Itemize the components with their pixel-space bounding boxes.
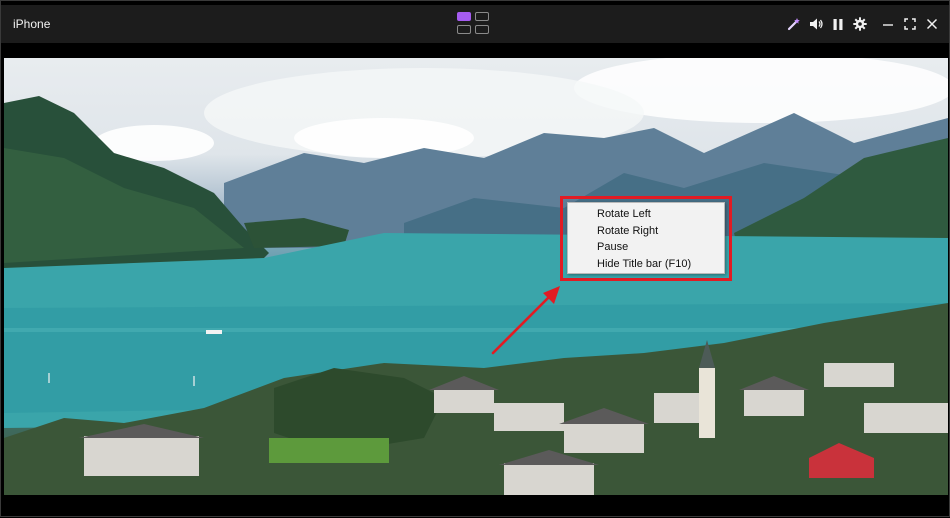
menu-item-pause[interactable]: Pause	[568, 239, 724, 256]
menu-item-hide-title-bar[interactable]: Hide Title bar (F10)	[568, 256, 724, 273]
context-menu: Rotate Left Rotate Right Pause Hide Titl…	[567, 202, 725, 274]
menu-item-rotate-left[interactable]: Rotate Left	[568, 206, 724, 223]
app-window: iPhone Rotate Left Rotate Right Pause Hi…	[0, 0, 950, 517]
menu-item-rotate-right[interactable]: Rotate Right	[568, 223, 724, 240]
annotation-arrow-icon	[491, 286, 560, 355]
